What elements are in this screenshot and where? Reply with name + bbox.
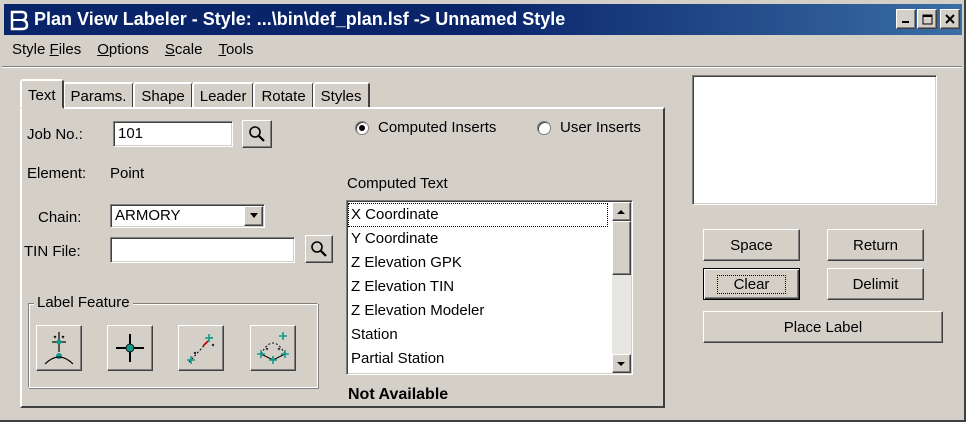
line-segment-icon [187,334,215,364]
menu-style-files-label: Style Files [12,41,82,58]
menu-scale[interactable]: Scale [157,38,211,64]
clear-button[interactable]: Clear [703,268,800,300]
list-item[interactable]: Station [348,323,611,347]
label-preview-box [692,75,937,205]
element-label: Element: [27,165,87,182]
point-label-icon [44,332,74,365]
label-crosshair-feature-button[interactable] [107,325,153,371]
user-inserts-radio[interactable]: User Inserts [537,119,641,136]
element-value: Point [110,165,145,182]
list-item[interactable]: Partial Station [348,347,611,371]
window-title: Plan View Labeler - Style: ...\bin\def_p… [34,9,566,29]
label-arc-feature-button[interactable] [250,325,296,371]
status-text: Not Available [348,386,449,403]
scroll-up-button[interactable] [612,202,631,221]
tab-text[interactable]: Text [20,79,64,109]
chevron-down-icon [249,213,258,218]
plan-view-labeler-window: Plan View Labeler - Style: ...\bin\def_p… [0,0,966,422]
list-item[interactable]: Z Elevation Modeler [348,299,611,323]
arrow-down-icon [617,361,625,366]
tab-styles[interactable]: Styles [312,82,370,109]
space-button[interactable]: Space [703,229,800,261]
menu-style-files[interactable]: Style Files [4,38,89,64]
menu-options-label: Options [97,41,149,58]
label-line-feature-button[interactable] [178,325,224,371]
chain-dropdown[interactable]: ARMORY [110,204,265,228]
close-button[interactable] [940,9,960,29]
tab-params[interactable]: Params. [62,82,135,109]
tin-file-label: TIN File: [24,243,81,260]
chain-dropdown-value: ARMORY [115,207,181,224]
close-icon [945,14,955,24]
title-bar[interactable]: Plan View Labeler - Style: ...\bin\def_p… [4,4,962,35]
chain-dropdown-button[interactable] [244,206,263,226]
text-tab-panel: Job No.: 101 Element: Point Chain: ARMOR… [20,107,665,408]
radio-selected-indicator [355,120,369,135]
arc-curve-icon [257,332,289,364]
computed-text-label: Computed Text [347,175,448,192]
tab-rotate[interactable]: Rotate [253,82,314,109]
tin-file-input[interactable] [110,237,295,263]
tin-file-browse-button[interactable] [305,235,333,263]
menu-tools-label: Tools [218,41,254,58]
maximize-button[interactable] [917,9,937,29]
delimit-button[interactable]: Delimit [827,268,924,300]
computed-inserts-label: Computed Inserts [378,119,497,136]
tab-shape[interactable]: Shape [133,82,193,109]
menu-options[interactable]: Options [89,38,157,64]
minimize-icon [902,21,909,23]
magnifier-icon [311,241,327,257]
maximize-icon [922,14,932,24]
chain-label: Chain: [38,209,82,226]
job-search-button[interactable] [242,120,272,148]
listbox-scrollbar[interactable] [612,202,631,373]
menu-scale-label: Scale [164,41,203,58]
scroll-down-button[interactable] [612,354,631,373]
job-number-input[interactable]: 101 [113,121,233,147]
minimize-button[interactable] [896,9,916,29]
list-item[interactable]: Y Coordinate [348,227,611,251]
list-item[interactable]: Z Elevation GPK [348,251,611,275]
label-feature-title: Label Feature [34,294,133,311]
crosshair-point-icon [116,334,144,362]
scroll-thumb[interactable] [612,221,631,275]
menu-separator [2,66,962,68]
place-label-button[interactable]: Place Label [703,311,943,343]
list-item[interactable]: Z Elevation TIN [348,275,611,299]
user-inserts-label: User Inserts [560,119,641,136]
computed-text-listbox[interactable]: X Coordinate Y Coordinate Z Elevation GP… [346,200,633,375]
label-point-feature-button[interactable] [36,325,82,371]
magnifier-icon [249,126,265,142]
bentley-b-icon [8,8,30,31]
return-button[interactable]: Return [827,229,924,261]
tab-strip: Text Params. Shape Leader Rotate Styles [20,79,370,109]
list-item[interactable]: X Coordinate [348,203,608,227]
menu-tools[interactable]: Tools [210,38,261,64]
computed-inserts-radio[interactable]: Computed Inserts [355,119,496,136]
arrow-up-icon [617,209,625,214]
clear-button-label: Clear [716,274,787,294]
radio-unselected-indicator [537,120,551,135]
job-number-label: Job No.: [27,126,83,143]
menu-bar: Style Files Options Scale Tools [4,38,261,64]
tab-leader[interactable]: Leader [191,82,255,109]
